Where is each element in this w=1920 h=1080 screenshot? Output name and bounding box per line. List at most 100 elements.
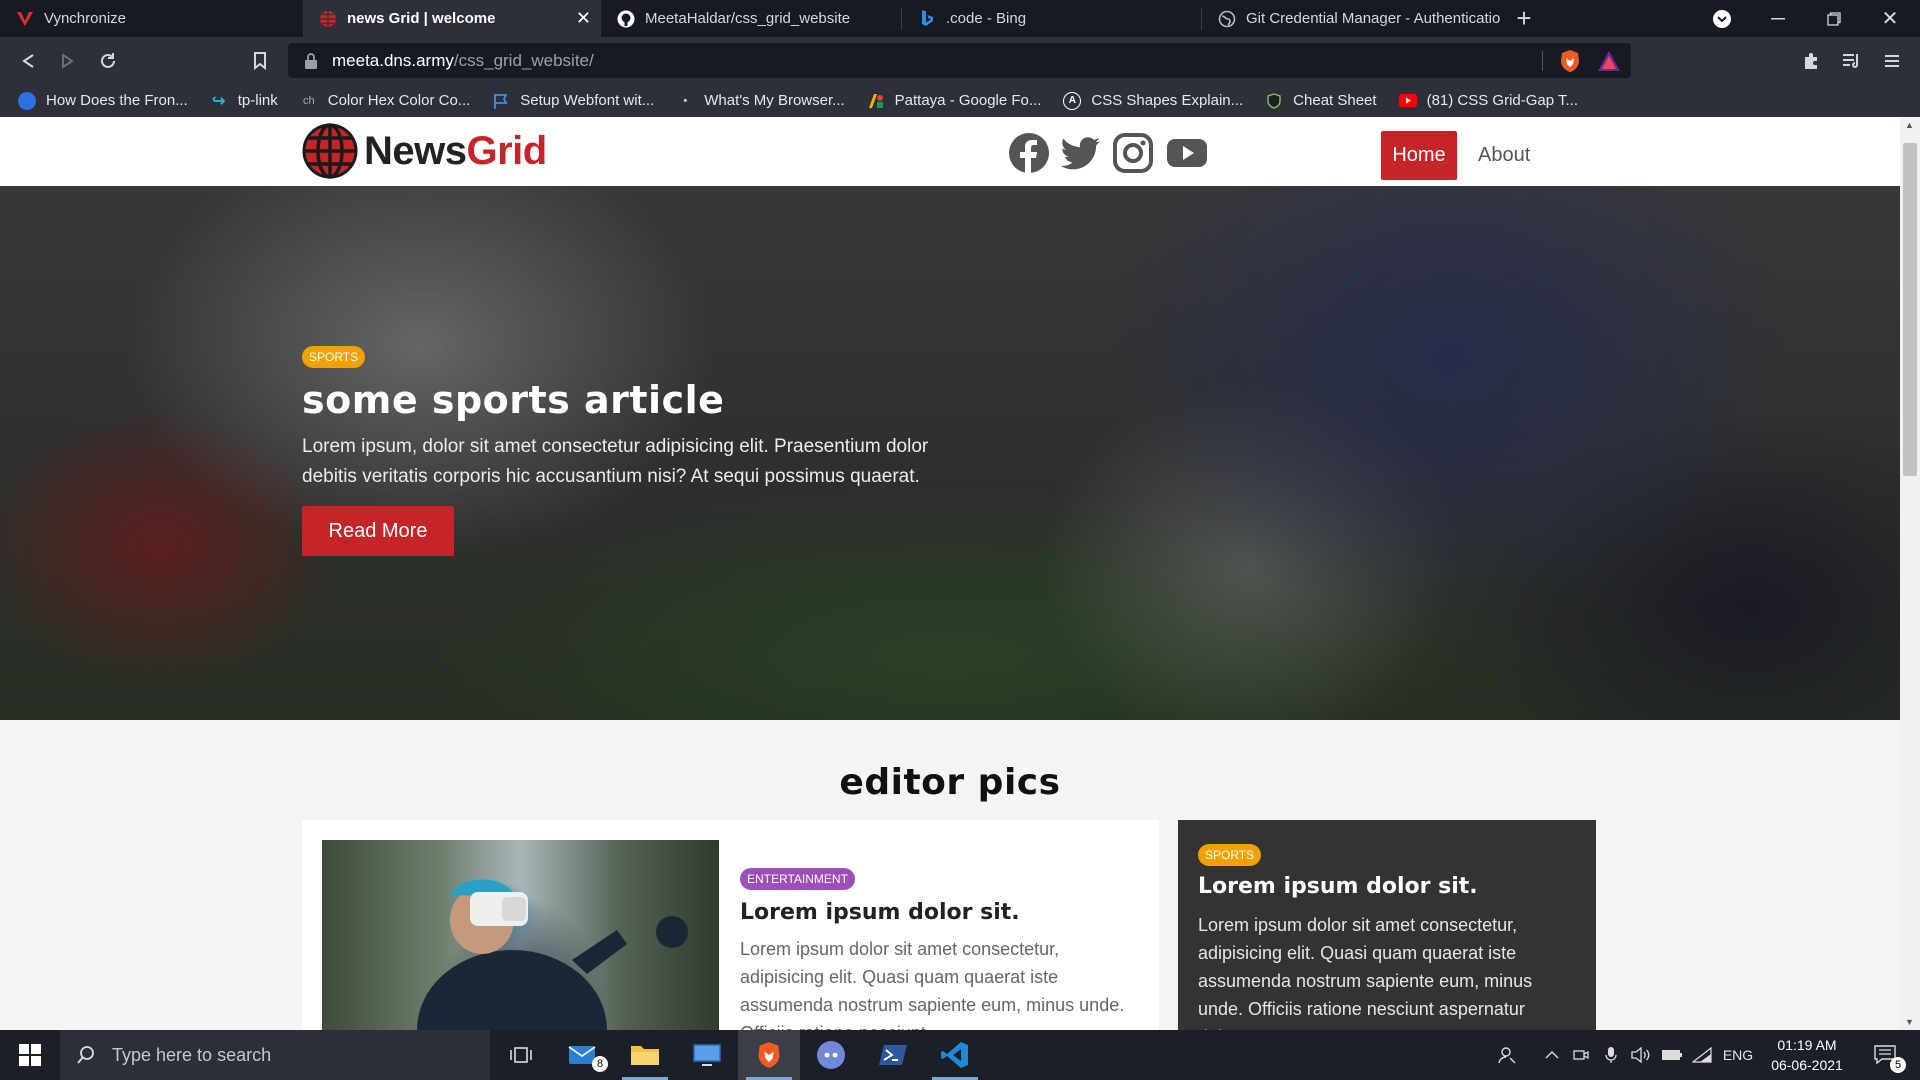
brand-name-part-1: News [364,128,467,173]
system-clock[interactable]: 01:19 AM 06-06-2021 [1762,1035,1852,1075]
mail-app-icon[interactable]: 8 [552,1030,614,1080]
show-hidden-icons-chevron-icon[interactable] [1538,1030,1566,1080]
colorhex-icon: ch [302,94,315,107]
taskbar-search-box[interactable]: Type here to search [60,1030,490,1080]
task-view-icon[interactable] [490,1030,552,1080]
bookmark-label: Color Hex Color Co... [327,92,471,109]
restore-icon[interactable] [1806,0,1862,37]
category-badge-sports[interactable]: SPORTS [1198,844,1262,866]
globe-favicon-icon [319,10,337,28]
vr-headset-photo [322,840,719,1030]
tab-github[interactable]: MeetaHaldar/css_grid_website [601,0,901,37]
address-bar[interactable]: meeta.dns.army/css_grid_website/ [288,43,1631,78]
card-text: Lorem ipsum dolor sit amet consectetur, … [1198,915,1533,1030]
bookmark-label: Pattaya - Google Fo... [894,92,1042,109]
shield-check-icon [1265,92,1283,110]
url-path: /css_grid_website/ [453,50,594,70]
bookmark-item[interactable]: Cheat Sheet [1265,92,1377,110]
bookmark-item[interactable]: Setup Webfont wit... [492,92,654,110]
file-explorer-icon[interactable] [614,1030,676,1080]
forward-icon[interactable] [48,37,88,84]
globe-logo-icon [302,123,358,179]
globe-icon [1218,10,1236,28]
page-scrollbar[interactable]: ▲ ▼ [1900,117,1920,1030]
read-more-button[interactable]: Read More [302,506,454,556]
tab-title: news Grid | welcome [347,10,496,27]
scroll-up-arrow-icon[interactable]: ▲ [1905,120,1914,130]
tab-news-grid[interactable]: news Grid | welcome ✕ [303,0,601,37]
card-title[interactable]: Lorem ipsum dolor sit. [740,900,1140,925]
notifications-icon[interactable]: 5 [1860,1030,1910,1080]
clock-time: 01:19 AM [1777,1037,1837,1053]
reload-icon[interactable] [88,37,128,84]
bookmark-label: Cheat Sheet [1293,92,1377,109]
tab-git-credential[interactable]: Git Credential Manager - Authenticatio [1202,0,1502,37]
bookmark-label: How Does the Fron... [46,92,188,109]
back-icon[interactable] [8,37,48,84]
meet-now-icon[interactable] [1568,1030,1594,1080]
brave-browser-icon[interactable] [738,1030,800,1080]
brand-name: NewsGrid [364,129,547,174]
powershell-icon[interactable] [862,1030,924,1080]
navigation-bar: meeta.dns.army/css_grid_website/ [0,37,1920,84]
extensions-puzzle-icon[interactable] [1792,37,1832,84]
bookmark-item[interactable]: A CSS Shapes Explain... [1063,91,1244,110]
hero-content: SPORTS some sports article Lorem ipsum, … [302,346,942,556]
people-icon[interactable] [1490,1030,1524,1080]
tab-title: MeetaHaldar/css_grid_website [645,10,851,27]
instagram-icon[interactable] [1112,132,1154,174]
notification-count-badge: 5 [1890,1057,1906,1073]
bookmark-item[interactable]: (81) CSS Grid-Gap T... [1398,92,1579,110]
menu-hamburger-icon[interactable] [1872,37,1912,84]
nav-home-button[interactable]: Home [1381,131,1457,180]
close-tab-icon[interactable]: ✕ [576,8,591,29]
input-language[interactable]: ENG [1718,1030,1758,1080]
bookmark-label: What's My Browser... [704,92,845,109]
volume-icon[interactable] [1626,1030,1656,1080]
bookmark-icon[interactable] [240,37,280,84]
battery-icon[interactable] [1658,1030,1686,1080]
bookmark-item[interactable]: • What's My Browser... [676,92,844,110]
site-logo[interactable]: NewsGrid [302,123,547,179]
discord-icon[interactable] [800,1030,862,1080]
dot-favicon-icon: • [683,94,688,107]
vivaldi-v-icon [16,10,34,28]
bookmark-item[interactable]: Pattaya - Google Fo... [867,92,1042,110]
bookmark-label: (81) CSS Grid-Gap T... [1426,92,1579,109]
bookmark-label: tp-link [237,92,278,109]
twitter-icon[interactable] [1060,132,1102,174]
media-queue-icon[interactable] [1832,37,1872,84]
bookmark-item[interactable]: How Does the Fron... [18,91,188,110]
editor-card-main[interactable]: ENTERTAINMENT Lorem ipsum dolor sit. Lor… [302,820,1159,1030]
bookmark-label: CSS Shapes Explain... [1091,92,1244,109]
vscode-icon[interactable] [924,1030,986,1080]
bookmark-label: Setup Webfont wit... [520,92,655,109]
tab-vynchronize[interactable]: Vynchronize [0,0,303,37]
minimize-icon[interactable] [1750,0,1806,37]
new-tab-plus-icon[interactable]: + [1498,0,1550,37]
brave-rewards-icon[interactable] [1597,50,1621,77]
bookmark-item[interactable]: ↪ tp-link [210,92,278,110]
facebook-icon[interactable] [1008,132,1050,174]
remote-desktop-icon[interactable] [676,1030,738,1080]
nav-about-link[interactable]: About [1478,131,1530,180]
editor-card-side[interactable]: SPORTS Lorem ipsum dolor sit. Lorem ipsu… [1178,820,1596,1030]
microphone-icon[interactable] [1598,1030,1624,1080]
card-content: ENTERTAINMENT Lorem ipsum dolor sit. Lor… [740,868,1140,1030]
brave-shields-icon[interactable] [1559,49,1581,78]
youtube-icon[interactable] [1164,132,1210,174]
card-title[interactable]: Lorem ipsum dolor sit. [1198,874,1576,899]
scrollbar-thumb[interactable] [1903,143,1917,476]
windows-start-icon[interactable] [0,1030,60,1080]
category-badge-sports[interactable]: SPORTS [302,346,366,368]
close-window-icon[interactable]: ✕ [1862,0,1918,37]
google-fonts-icon [867,92,885,110]
bookmark-item[interactable]: ch Color Hex Color Co... [300,92,471,110]
tab-bing[interactable]: .code - Bing [902,0,1201,37]
tab-menu-chevron-icon[interactable] [1694,0,1750,37]
scroll-down-arrow-icon[interactable]: ▼ [1905,1017,1914,1027]
tab-title: Vynchronize [44,10,126,27]
social-links [1008,132,1220,174]
wifi-icon[interactable] [1688,1030,1716,1080]
category-badge-entertainment[interactable]: ENTERTAINMENT [740,868,855,890]
